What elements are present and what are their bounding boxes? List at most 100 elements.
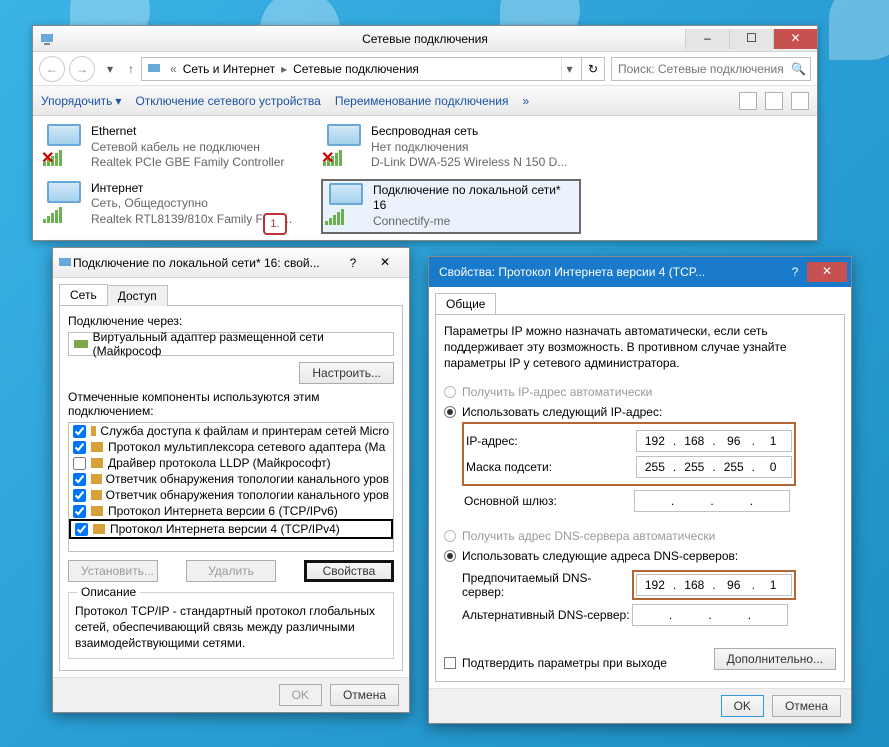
component-label: Протокол Интернета версии 4 (TCP/IPv4): [110, 522, 340, 536]
dialog-footer: OK Отмена: [53, 677, 409, 712]
remove-button[interactable]: Удалить: [186, 560, 276, 582]
breadcrumb-dropdown[interactable]: ▾: [561, 58, 577, 80]
octet[interactable]: 1: [755, 434, 791, 448]
crumb-current[interactable]: Сетевые подключения: [291, 62, 421, 76]
connection-item[interactable]: Подключение по локальной сети* 16Connect…: [321, 179, 581, 234]
connection-item[interactable]: ИнтернетСеть, ОбщедоступноRealtek RTL813…: [41, 179, 301, 234]
search-icon: 🔍: [791, 62, 806, 76]
validate-checkbox[interactable]: Подтвердить параметры при выходе: [444, 656, 667, 670]
nav-back[interactable]: ←: [39, 56, 65, 82]
component-checkbox[interactable]: [73, 441, 86, 454]
components-list[interactable]: Служба доступа к файлам и принтерам сете…: [68, 422, 394, 552]
search-input[interactable]: [616, 61, 791, 77]
components-label: Отмеченные компоненты используются этим …: [68, 390, 394, 418]
toolbar-disable[interactable]: Отключение сетевого устройства: [135, 94, 320, 108]
radio-use-ip[interactable]: Использовать следующий IP-адрес:: [444, 405, 836, 419]
connection-icon: [43, 181, 85, 223]
refresh-button[interactable]: ↻: [581, 57, 605, 81]
protocol-icon: [90, 424, 96, 438]
connection-name: Интернет: [91, 181, 292, 197]
ipv4-properties-dialog: Свойства: Протокол Интернета версии 4 (T…: [428, 256, 852, 724]
connection-name: Ethernet: [91, 124, 284, 140]
octet[interactable]: 0: [755, 460, 791, 474]
component-label: Протокол мультиплексора сетевого адаптер…: [108, 440, 385, 454]
protocol-icon: [90, 456, 104, 470]
nav-up[interactable]: ↑: [121, 59, 141, 79]
component-checkbox[interactable]: [73, 489, 86, 502]
component-item[interactable]: Ответчик обнаружения топологии канальног…: [69, 471, 393, 487]
ok-button[interactable]: OK: [721, 695, 764, 717]
radio-auto-ip[interactable]: Получить IP-адрес автоматически: [444, 385, 836, 399]
connection-item[interactable]: ✕EthernetСетевой кабель не подключенReal…: [41, 122, 301, 173]
toolbar: Упорядочить ▾ Отключение сетевого устрой…: [33, 86, 817, 116]
component-item[interactable]: Драйвер протокола LLDP (Майкрософт): [69, 455, 393, 471]
titlebar[interactable]: Сетевые подключения – ☐ ✕: [33, 26, 817, 52]
octet[interactable]: 168: [676, 578, 712, 592]
breadcrumb[interactable]: « Сеть и Интернет ▸ Сетевые подключения …: [141, 57, 582, 81]
octet[interactable]: 96: [716, 434, 752, 448]
view-icons-button[interactable]: [739, 92, 757, 110]
component-item[interactable]: Протокол Интернета версии 4 (TCP/IPv4): [69, 519, 393, 539]
component-item[interactable]: Служба доступа к файлам и принтерам сете…: [69, 423, 393, 439]
help-button[interactable]: ?: [783, 265, 807, 279]
tab-row: Общие: [429, 287, 851, 314]
connection-properties-dialog: Подключение по локальной сети* 16: свой.…: [52, 247, 410, 713]
octet[interactable]: 96: [716, 578, 752, 592]
dialog-titlebar[interactable]: Подключение по локальной сети* 16: свой.…: [53, 248, 409, 278]
component-checkbox[interactable]: [73, 473, 86, 486]
component-label: Служба доступа к файлам и принтерам сете…: [100, 424, 389, 438]
install-button[interactable]: Установить...: [68, 560, 158, 582]
radio-icon: [444, 386, 456, 398]
search-box[interactable]: 🔍: [611, 57, 811, 81]
toolbar-rename[interactable]: Переименование подключения: [335, 94, 509, 108]
subnet-mask-input[interactable]: 255.255.255.0: [636, 456, 792, 478]
octet[interactable]: 192: [637, 578, 673, 592]
tab-access[interactable]: Доступ: [107, 285, 168, 306]
help-button[interactable]: [791, 92, 809, 110]
close-button[interactable]: ✕: [807, 262, 847, 282]
connect-via-label: Подключение через:: [68, 314, 394, 328]
octet[interactable]: 192: [637, 434, 673, 448]
component-item[interactable]: Ответчик обнаружения топологии канальног…: [69, 487, 393, 503]
cancel-button[interactable]: Отмена: [772, 695, 841, 717]
view-details-button[interactable]: [765, 92, 783, 110]
adapter-icon: [73, 336, 89, 352]
octet[interactable]: 255: [637, 460, 673, 474]
toolbar-more-icon[interactable]: »: [522, 94, 529, 108]
tab-panel: Параметры IP можно назначать автоматичес…: [435, 314, 845, 682]
adapter-combo[interactable]: Виртуальный адаптер размещенной сети (Ма…: [68, 332, 394, 356]
ok-button[interactable]: OK: [279, 684, 322, 706]
component-checkbox[interactable]: [73, 457, 86, 470]
dns2-input[interactable]: ...: [632, 604, 788, 626]
radio-auto-dns[interactable]: Получить адрес DNS-сервера автоматически: [444, 529, 836, 543]
close-button[interactable]: ✕: [365, 253, 405, 273]
connection-item[interactable]: ✕Беспроводная сетьНет подключенияD-Link …: [321, 122, 581, 173]
component-checkbox[interactable]: [75, 523, 88, 536]
octet[interactable]: 1: [755, 578, 791, 592]
octet[interactable]: 255: [716, 460, 752, 474]
connection-adapter: Realtek PCIe GBE Family Controller: [91, 155, 284, 171]
tab-network[interactable]: Сеть: [59, 284, 108, 305]
radio-icon: [444, 406, 456, 418]
dialog-titlebar[interactable]: Свойства: Протокол Интернета версии 4 (T…: [429, 257, 851, 287]
octet[interactable]: 255: [676, 460, 712, 474]
radio-use-dns[interactable]: Использовать следующие адреса DNS-сервер…: [444, 549, 836, 563]
nav-history-dropdown[interactable]: ▾: [103, 62, 117, 76]
toolbar-organize[interactable]: Упорядочить ▾: [41, 94, 121, 108]
component-checkbox[interactable]: [73, 425, 86, 438]
nav-forward[interactable]: →: [69, 56, 95, 82]
cancel-button[interactable]: Отмена: [330, 684, 399, 706]
gateway-input[interactable]: ...: [634, 490, 790, 512]
tab-general[interactable]: Общие: [435, 293, 496, 314]
properties-button[interactable]: Свойства: [304, 560, 394, 582]
ip-address-input[interactable]: 192.168.96.1: [636, 430, 792, 452]
component-checkbox[interactable]: [73, 505, 86, 518]
help-button[interactable]: ?: [341, 256, 365, 270]
dns1-input[interactable]: 192.168.96.1: [636, 574, 792, 596]
component-item[interactable]: Протокол Интернета версии 6 (TCP/IPv6): [69, 503, 393, 519]
advanced-button[interactable]: Дополнительно...: [714, 648, 836, 670]
component-item[interactable]: Протокол мультиплексора сетевого адаптер…: [69, 439, 393, 455]
octet[interactable]: 168: [676, 434, 712, 448]
configure-button[interactable]: Настроить...: [299, 362, 394, 384]
crumb-root[interactable]: Сеть и Интернет: [181, 62, 277, 76]
